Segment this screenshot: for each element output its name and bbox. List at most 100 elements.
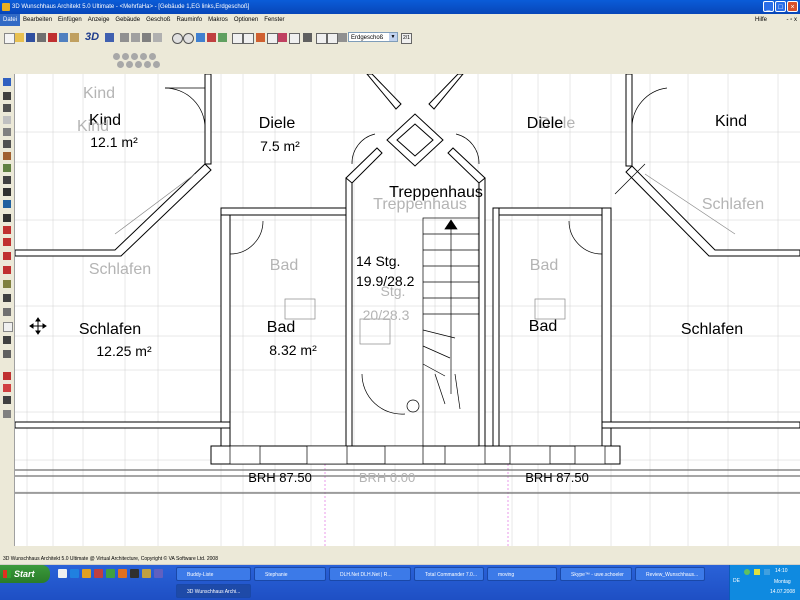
task-moving[interactable]: moving bbox=[487, 567, 557, 581]
camera-icon[interactable] bbox=[142, 33, 151, 42]
menu-gebaeude[interactable]: Gebäude bbox=[112, 14, 143, 26]
ruler-icon[interactable] bbox=[232, 33, 243, 44]
measure-icon[interactable] bbox=[243, 33, 254, 44]
stairs-icon[interactable] bbox=[3, 140, 11, 148]
snap-dot-icon[interactable] bbox=[149, 53, 156, 60]
start-button[interactable]: Start bbox=[0, 565, 50, 583]
menu-hilfe[interactable]: Hilfe bbox=[752, 14, 770, 26]
menu-fenster[interactable]: Fenster bbox=[261, 14, 287, 26]
menu-optionen[interactable]: Optionen bbox=[231, 14, 261, 26]
3d-view-icon[interactable] bbox=[105, 33, 114, 42]
new-file-icon[interactable] bbox=[4, 33, 15, 44]
mdi-window-controls[interactable]: - ▫ x bbox=[787, 16, 797, 24]
sanitary-icon[interactable] bbox=[3, 396, 11, 404]
furniture-icon[interactable] bbox=[3, 252, 11, 260]
room-icon[interactable] bbox=[3, 214, 11, 222]
quicklaunch-misc-icon[interactable] bbox=[154, 569, 163, 578]
elevation-icon[interactable] bbox=[316, 33, 327, 44]
label-icon[interactable] bbox=[3, 238, 11, 246]
task-review-wunschhaus[interactable]: Review_Wunschhaus... bbox=[635, 567, 705, 581]
table-icon[interactable] bbox=[267, 33, 278, 44]
menu-geschoss[interactable]: Geschoß bbox=[143, 14, 173, 26]
task-stephanie[interactable]: Stephanie bbox=[254, 567, 326, 581]
save-icon[interactable] bbox=[26, 33, 35, 42]
task-buddy-liste[interactable]: Buddy-Liste bbox=[176, 567, 251, 581]
line-icon[interactable] bbox=[3, 294, 11, 302]
snap-dot-icon[interactable] bbox=[113, 53, 120, 60]
menu-rauminfo[interactable]: Rauminfo bbox=[173, 14, 205, 26]
zoom-out-icon[interactable] bbox=[183, 33, 194, 44]
task-skype[interactable]: Skype™ - uwe.schoeler bbox=[560, 567, 632, 581]
arc-wall-icon[interactable] bbox=[3, 104, 11, 112]
object-icon[interactable] bbox=[278, 33, 287, 42]
light-icon[interactable] bbox=[3, 410, 11, 418]
chevron-down-icon[interactable]: ▼ bbox=[389, 33, 397, 41]
menu-anzeige[interactable]: Anzeige bbox=[85, 14, 113, 26]
quicklaunch-star-icon[interactable] bbox=[142, 569, 151, 578]
terrain-icon[interactable] bbox=[3, 164, 11, 172]
view-icon[interactable] bbox=[327, 33, 338, 44]
redraw-icon[interactable] bbox=[207, 33, 216, 42]
pan-icon[interactable] bbox=[196, 33, 205, 42]
print-icon[interactable] bbox=[37, 33, 46, 42]
section-icon[interactable] bbox=[303, 33, 312, 42]
snap-dot-icon[interactable] bbox=[117, 61, 124, 68]
view-3d-button[interactable]: 3D bbox=[85, 31, 99, 43]
maximize-button[interactable]: □ bbox=[775, 1, 786, 12]
floor-plan-canvas[interactable]: Kind Kind Kind 12.1 m² Diele 7.5 m² Trep… bbox=[15, 74, 800, 546]
door-icon[interactable] bbox=[3, 116, 11, 124]
plant-icon[interactable] bbox=[3, 280, 11, 288]
heating-icon[interactable] bbox=[3, 384, 11, 392]
open-folder-icon[interactable] bbox=[15, 33, 24, 42]
clock-time[interactable]: 14:10 bbox=[775, 568, 788, 574]
menu-datei[interactable]: Datei bbox=[0, 14, 21, 26]
quicklaunch-app-icon[interactable] bbox=[106, 569, 115, 578]
skype-tray-icon[interactable] bbox=[764, 569, 770, 575]
task-3d-wunschhaus[interactable]: 3D Wunschhaus Archi... bbox=[176, 584, 251, 598]
snap-dot-icon[interactable] bbox=[131, 53, 138, 60]
electro-icon[interactable] bbox=[3, 372, 11, 380]
cut-icon[interactable] bbox=[48, 33, 57, 42]
snap-dot-icon[interactable] bbox=[126, 61, 133, 68]
floor-select[interactable]: Erdgeschoß ▼ bbox=[348, 32, 398, 42]
layer-icon[interactable] bbox=[256, 33, 265, 42]
roof-icon[interactable] bbox=[3, 152, 11, 160]
quicklaunch-ie-icon[interactable] bbox=[70, 569, 79, 578]
catalog-icon[interactable] bbox=[289, 33, 300, 44]
menu-makros[interactable]: Makros bbox=[205, 14, 231, 26]
snap-dot-icon[interactable] bbox=[122, 53, 129, 60]
network-icon[interactable] bbox=[744, 569, 750, 575]
polyline-icon[interactable] bbox=[3, 308, 11, 316]
window-icon[interactable] bbox=[3, 128, 11, 136]
text-icon[interactable] bbox=[3, 322, 13, 332]
close-button[interactable]: × bbox=[787, 1, 798, 12]
kitchen-icon[interactable] bbox=[3, 266, 11, 274]
wall-icon[interactable] bbox=[3, 92, 11, 100]
minimize-button[interactable]: _ bbox=[763, 1, 774, 12]
quicklaunch-firefox-icon[interactable] bbox=[118, 569, 127, 578]
copy-icon[interactable] bbox=[59, 33, 68, 42]
task-total-commander[interactable]: Total Commander 7.0... bbox=[414, 567, 484, 581]
slab-icon[interactable] bbox=[3, 200, 11, 208]
render-icon[interactable] bbox=[131, 33, 140, 42]
paste-icon[interactable] bbox=[70, 33, 79, 42]
zoom-in-icon[interactable] bbox=[172, 33, 183, 44]
task-dlh-net[interactable]: DLH.Net DLH.Net | R... bbox=[329, 567, 411, 581]
beam-icon[interactable] bbox=[3, 188, 11, 196]
language-indicator[interactable]: DE bbox=[733, 578, 740, 584]
snap-dot-icon[interactable] bbox=[135, 61, 142, 68]
snap-dot-icon[interactable] bbox=[140, 53, 147, 60]
quicklaunch-desktop-icon[interactable] bbox=[58, 569, 67, 578]
symbol-icon[interactable] bbox=[3, 350, 11, 358]
grid-icon[interactable] bbox=[218, 33, 227, 42]
quicklaunch-tool-icon[interactable] bbox=[130, 569, 139, 578]
select-arrow-icon[interactable] bbox=[3, 78, 11, 86]
floor-count-button[interactable]: 2/1 bbox=[401, 33, 412, 44]
floors-icon[interactable] bbox=[338, 33, 347, 42]
menu-einfuegen[interactable]: Einfügen bbox=[55, 14, 85, 26]
rotate-icon[interactable] bbox=[120, 33, 129, 42]
menu-bearbeiten[interactable]: Bearbeiten bbox=[20, 14, 55, 26]
snap-dot-icon[interactable] bbox=[144, 61, 151, 68]
volume-icon[interactable] bbox=[754, 569, 760, 575]
snap-dot-icon[interactable] bbox=[153, 61, 160, 68]
